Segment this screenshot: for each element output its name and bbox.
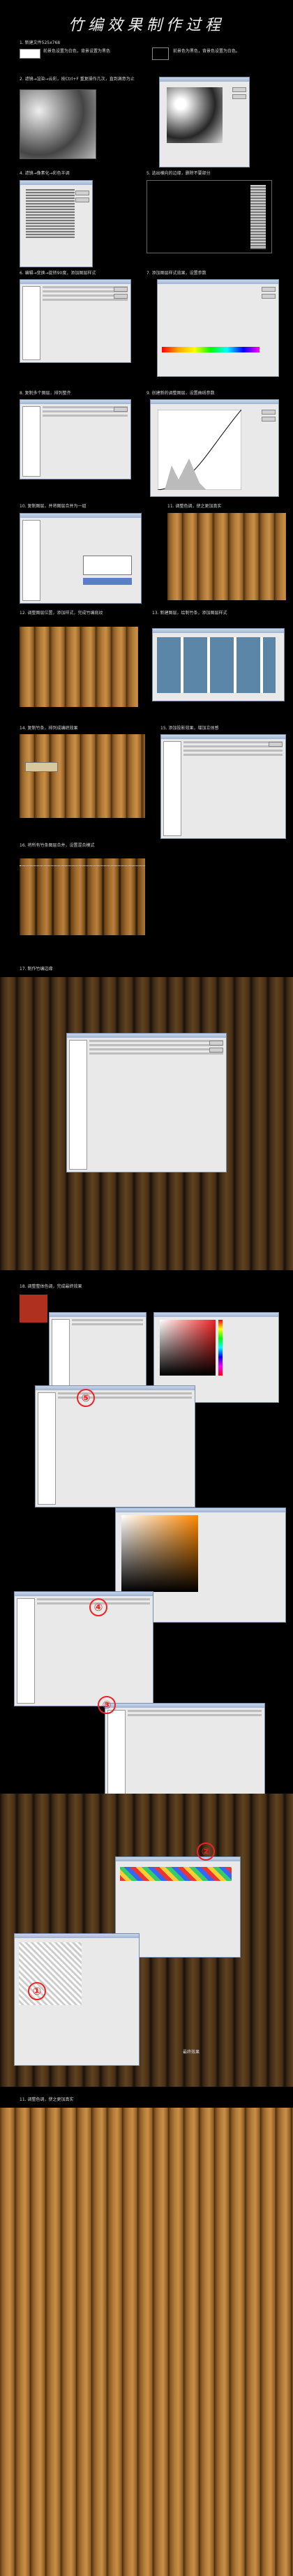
step-10-text: 10. 复制图层，并将图层合并为一组 bbox=[20, 504, 87, 509]
page-title: 竹编效果制作过程 bbox=[68, 17, 225, 34]
halftone-dialog bbox=[20, 180, 93, 267]
step-final-text: 11. 调整色调，使之更加真实 bbox=[20, 2097, 74, 2102]
step-1-text: 1. 新建文件525x768 bbox=[20, 40, 61, 45]
color-swatch bbox=[152, 47, 169, 60]
step-17-text: 17. 制作竹编边缘 bbox=[20, 967, 53, 971]
gradient-dialog-2 bbox=[14, 1591, 153, 1706]
step-2-text: 2. 滤镜→渲染→云彩，按Ctrl+F 重复操作几次，直到满意为止 bbox=[20, 77, 135, 82]
clouds-image bbox=[20, 89, 96, 159]
step-12-text: 12. 调整图层位置，添加样式，完成竹编底纹 bbox=[20, 611, 103, 616]
layer-style-dialog-4 bbox=[66, 1033, 227, 1172]
step-4-text: 4. 滤镜→像素化→彩色半调 bbox=[20, 171, 70, 176]
curves-dialog bbox=[150, 399, 279, 497]
wood-texture-3 bbox=[20, 734, 145, 818]
final-result-image bbox=[0, 2108, 293, 2576]
step-8-text: 8. 复制多个图层，排列整齐 bbox=[20, 391, 71, 396]
gradient-dialog bbox=[157, 279, 279, 377]
step-18-text: 18. 调整整体色调，完成最终效果 bbox=[20, 1284, 82, 1289]
final-caption: 最终效果 bbox=[183, 2050, 200, 2055]
wood-texture bbox=[167, 513, 286, 600]
layer-style-dialog bbox=[20, 279, 131, 363]
step-5-text: 5. 选出横向的边缘，删除不要部分 bbox=[146, 171, 211, 176]
step-11-text: 11. 调整色调，使之更加真实 bbox=[167, 504, 222, 509]
step-15-text: 15. 添加投影效果，增加立体感 bbox=[160, 726, 219, 731]
layer-style-dialog-2 bbox=[20, 399, 131, 479]
style-dialog-3 bbox=[160, 734, 286, 839]
canvas-preview bbox=[146, 180, 272, 253]
step-14-text: 14. 复制竹条，排列成编织效果 bbox=[20, 726, 78, 731]
wood-texture-4 bbox=[20, 858, 145, 935]
step-9-text: 9. 创建新的调整图层，设置曲线参数 bbox=[146, 391, 215, 396]
step-6-text: 6. 编辑→变换→旋转90度，添加图层样式 bbox=[20, 271, 96, 276]
thumbnails-panel bbox=[152, 628, 285, 701]
marker-5: ⑤ bbox=[77, 1389, 95, 1407]
step-13-text: 13. 新建图层，绘制竹条，添加图层样式 bbox=[152, 611, 227, 616]
color-swatch bbox=[20, 49, 40, 59]
layer-style-dialog-5 bbox=[35, 1385, 195, 1507]
step-1b-text: 前景色设置为白色，背景设置为黑色 bbox=[43, 49, 111, 54]
wood-texture-2 bbox=[20, 627, 138, 707]
marker-2: ② bbox=[197, 1842, 215, 1861]
step-1c-text: 前景色为黑色，背景色设置为白色。 bbox=[173, 49, 241, 54]
filter-dialog bbox=[159, 77, 250, 167]
layers-panel bbox=[20, 513, 142, 604]
marker-4: ④ bbox=[89, 1598, 107, 1616]
style-dialog-6 bbox=[105, 1703, 265, 1808]
layer-thumbnail bbox=[20, 1295, 47, 1323]
step-7-text: 7. 添加图层样式效果，设置参数 bbox=[146, 271, 206, 276]
marker-3: ③ bbox=[98, 1696, 116, 1714]
step-16-text: 16. 将所有竹条图层合并，设置混合模式 bbox=[20, 843, 95, 848]
marker-1: ① bbox=[28, 1982, 46, 2000]
